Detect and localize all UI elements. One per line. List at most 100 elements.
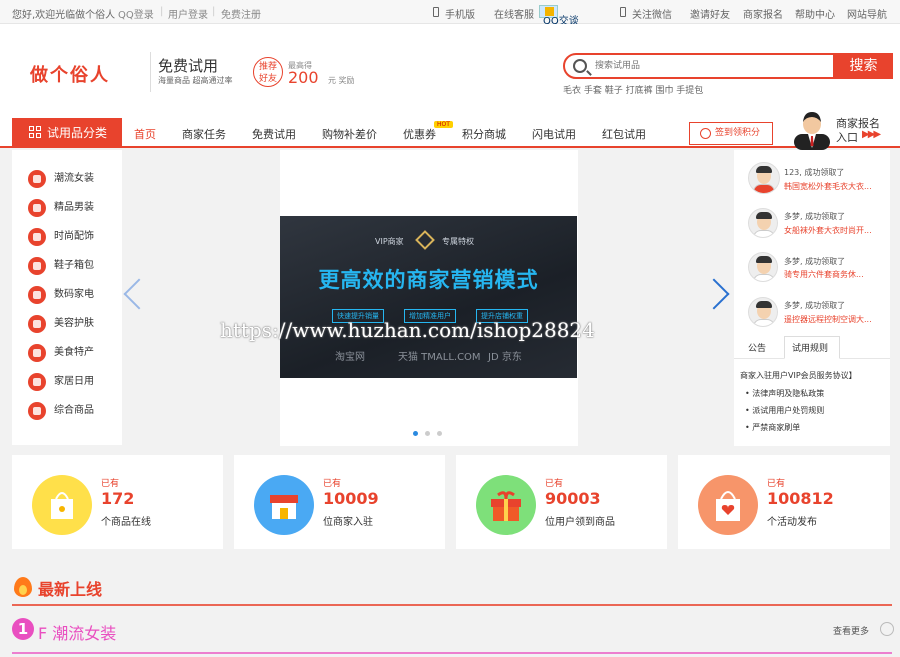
sign-in-label: 签到领积分 — [715, 128, 761, 138]
nav-free-trial[interactable]: 免费试用 — [252, 126, 296, 142]
sidebar-item-label: 鞋子箱包 — [54, 260, 94, 271]
site-logo[interactable]: 做个俗人 — [30, 61, 110, 87]
category-label: 试用品分类 — [47, 126, 108, 140]
winner-product[interactable]: 骑专用六件套商务休... — [784, 269, 864, 280]
winner-product[interactable]: 韩国宽松外套毛衣大衣... — [784, 181, 872, 192]
qq-chat-button[interactable]: QQ交谈 — [539, 5, 579, 27]
tmall-logo: 天猫 TMALL.COM — [398, 352, 481, 363]
stat-card: 已有 10009 位商家入驻 — [234, 455, 445, 549]
sidebar-item-label: 美容护肤 — [54, 318, 94, 329]
nav-price-diff[interactable]: 购物补差价 — [322, 126, 377, 142]
triple-arrow-icon: ▶▶▶ — [862, 129, 881, 140]
notice-text: 派试用用户处罚规则 — [752, 406, 825, 415]
search-box — [563, 53, 835, 79]
compass-icon — [28, 402, 46, 420]
winner-product[interactable]: 女船袜外套大衣时尚开... — [784, 225, 872, 236]
nav-coupons[interactable]: 优惠券 — [403, 126, 436, 142]
sidebar-item-shoes[interactable]: 鞋子箱包 — [28, 255, 94, 277]
sidebar-item-women[interactable]: 潮流女装 — [28, 168, 94, 190]
free-trial-subtitle: 海量商品 超高通过率 — [158, 76, 233, 85]
nav-points-mall[interactable]: 积分商城 — [462, 126, 506, 142]
site-nav-link[interactable]: 网站导航 — [847, 6, 887, 21]
jd-logo: JD 京东 — [488, 352, 522, 363]
online-service-link[interactable]: 在线客服 — [494, 6, 534, 21]
user-avatar — [748, 252, 778, 282]
slide-dot[interactable] — [437, 431, 442, 436]
watermark-text: https://www.huzhan.com/ishop28824 — [220, 318, 595, 342]
top-bar: 您好,欢迎光临做个俗人 QQ登录 | 用户登录 | 免费注册 手机版 在线客服 … — [0, 0, 900, 27]
nav-home[interactable]: 首页 — [134, 126, 156, 142]
recommend-friend-badge[interactable]: 推荐 好友 — [253, 57, 283, 87]
slide-dot[interactable] — [425, 431, 430, 436]
sidebar-item-beauty[interactable]: 美容护肤 — [28, 313, 94, 335]
sign-in-button[interactable]: 签到领积分 — [689, 122, 773, 145]
qq-login-link[interactable]: QQ登录 — [118, 6, 154, 21]
prev-slide-arrow[interactable] — [123, 278, 155, 310]
banner-vip: VIP商家 — [375, 237, 404, 246]
category-button[interactable]: 试用品分类 — [12, 118, 122, 148]
food-icon — [28, 344, 46, 362]
notice-item[interactable]: • 严禁商家刷单 — [745, 422, 800, 433]
notice-item[interactable]: • 派试用用户处罚规则 — [745, 405, 824, 416]
phone-icon — [28, 286, 46, 304]
wechat-link[interactable]: 关注微信 — [632, 6, 672, 21]
merchant-signup-link[interactable]: 商家报名 — [743, 6, 783, 21]
user-login-link[interactable]: 用户登录 — [168, 6, 208, 21]
section-divider — [12, 604, 892, 606]
sidebar-item-food[interactable]: 美食特产 — [28, 342, 94, 364]
header-divider — [150, 52, 151, 92]
grid-icon — [29, 126, 42, 139]
winner-name: 多梦, 成功领取了 — [784, 212, 846, 221]
shoe-icon — [28, 257, 46, 275]
banner-privilege: 专属特权 — [442, 237, 474, 246]
stat-label: 个商品在线 — [101, 517, 151, 528]
coin-icon — [700, 128, 711, 139]
winner-product[interactable]: 遥控器远程控制空调大... — [784, 314, 872, 325]
notice-text: 严禁商家刷单 — [752, 423, 801, 432]
sidebar-item-accessories[interactable]: 时尚配饰 — [28, 226, 94, 248]
floor-title: F 潮流女装 — [38, 624, 117, 643]
tab-trial-rules[interactable]: 试用规则 — [792, 341, 828, 354]
sidebar-item-label: 数码家电 — [54, 289, 94, 300]
help-link[interactable]: 帮助中心 — [795, 6, 835, 21]
register-link[interactable]: 免费注册 — [221, 6, 261, 21]
gift-box-icon — [476, 475, 536, 535]
sidebar-item-label: 潮流女装 — [54, 173, 94, 184]
man-icon — [28, 199, 46, 217]
slide-dot[interactable] — [413, 431, 418, 436]
sidebar-item-men[interactable]: 精品男装 — [28, 197, 94, 219]
phone-icon — [620, 7, 626, 17]
sidebar-item-digital[interactable]: 数码家电 — [28, 284, 94, 306]
nav-redpacket-trial[interactable]: 红包试用 — [602, 126, 646, 142]
next-slide-arrow[interactable] — [698, 278, 730, 310]
nav-flash-trial[interactable]: 闪电试用 — [532, 126, 576, 142]
house-icon — [28, 373, 46, 391]
view-more-link[interactable]: 查看更多 — [833, 624, 869, 637]
search-button[interactable]: 搜索 — [834, 53, 893, 79]
sidebar-item-label: 综合商品 — [54, 405, 94, 416]
taobao-logo: 淘宝网 — [335, 352, 365, 363]
arrow-circle-icon[interactable] — [880, 622, 894, 636]
search-input[interactable] — [595, 58, 825, 74]
new-arrivals-title: 最新上线 — [38, 580, 103, 599]
winner-name: 多梦, 成功领取了 — [784, 257, 846, 266]
nav-merchant-tasks[interactable]: 商家任务 — [182, 126, 226, 142]
merchant-entry-sub[interactable]: 入口 — [836, 129, 858, 145]
stat-number: 100812 — [767, 489, 834, 508]
sidebar-item-home[interactable]: 家居日用 — [28, 371, 94, 393]
tab-notice[interactable]: 公告 — [748, 341, 766, 354]
hot-badge: HOT — [434, 121, 453, 128]
banner-slide[interactable]: VIP商家 专属特权 更高效的商家营销模式 快速提升销量 增加精准用户 提升店铺… — [280, 216, 577, 378]
hot-keywords[interactable]: 毛衣 手套 鞋子 打底裤 围巾 手提包 — [563, 83, 703, 96]
mobile-link[interactable]: 手机版 — [445, 6, 475, 21]
sidebar-item-label: 精品男装 — [54, 202, 94, 213]
sidebar-item-label: 美食特产 — [54, 347, 94, 358]
floor-divider — [12, 652, 892, 654]
invite-link[interactable]: 邀请好友 — [690, 6, 730, 21]
notice-item[interactable]: 商家入驻用户VIP会员服务协议】 — [740, 370, 857, 381]
notice-item[interactable]: • 法律声明及隐私政策 — [745, 388, 824, 399]
sidebar-item-general[interactable]: 综合商品 — [28, 400, 94, 422]
sidebar-item-label: 时尚配饰 — [54, 231, 94, 242]
stat-number: 10009 — [323, 489, 379, 508]
merchant-avatar[interactable] — [790, 108, 834, 150]
